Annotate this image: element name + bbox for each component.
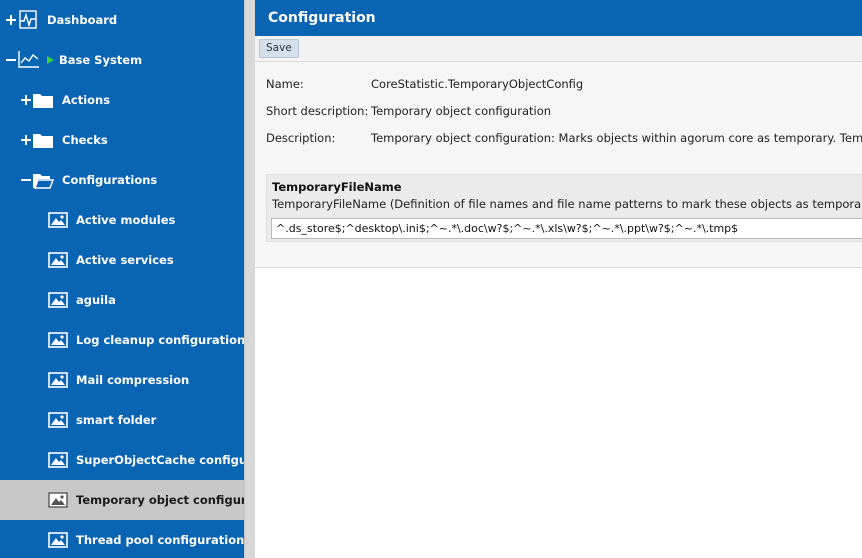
image-config-icon <box>48 532 68 548</box>
name-label: Name: <box>266 77 304 91</box>
page-title: Configuration <box>255 0 862 36</box>
expand-plus-icon[interactable] <box>20 94 32 106</box>
sidebar-item-label: Mail compression <box>76 373 190 387</box>
collapse-minus-icon[interactable] <box>5 54 17 66</box>
sidebar-item-mail-compression[interactable]: Mail compression <box>0 360 244 400</box>
sidebar-item-superobjectcache-configuration[interactable]: SuperObjectCache configura <box>0 440 244 480</box>
sidebar-item-label: SuperObjectCache configura <box>76 453 244 467</box>
image-config-icon <box>48 292 68 308</box>
image-config-icon <box>48 412 68 428</box>
open-folder-icon <box>33 174 54 189</box>
sidebar-item-active-modules[interactable]: Active modules <box>0 200 244 240</box>
toolbar: Save <box>255 36 862 62</box>
sidebar-item-checks[interactable]: Checks <box>0 120 244 160</box>
configuration-panel: Configuration Save Name: CoreStatistic.T… <box>255 0 862 558</box>
folder-icon <box>33 134 53 148</box>
name-value: CoreStatistic.TemporaryObjectConfig <box>371 77 584 91</box>
sidebar-item-base-system[interactable]: Base System <box>0 40 244 80</box>
sidebar-item-log-cleanup-configuration[interactable]: Log cleanup configuration <box>0 320 244 360</box>
sidebar-item-label: Actions <box>62 93 111 107</box>
parameter-title: TemporaryFileName <box>272 180 402 194</box>
parameter-group: TemporaryFileName TemporaryFileName (Def… <box>266 174 862 242</box>
sidebar-item-label: Temporary object configurat <box>76 493 244 507</box>
sidebar-scrollbar[interactable] <box>244 0 255 558</box>
temporary-file-name-input[interactable] <box>271 218 862 239</box>
image-config-icon <box>48 212 68 228</box>
sidebar-item-label: Thread pool configuration <box>76 533 244 547</box>
collapse-minus-icon[interactable] <box>20 174 32 186</box>
configuration-form: Name: CoreStatistic.TemporaryObjectConfi… <box>255 62 862 268</box>
sidebar-item-actions[interactable]: Actions <box>0 80 244 120</box>
image-config-icon <box>48 492 68 508</box>
image-config-icon <box>48 452 68 468</box>
sidebar-item-label: Base System <box>59 53 143 67</box>
save-button[interactable]: Save <box>259 39 299 58</box>
expand-plus-icon[interactable] <box>20 134 32 146</box>
sidebar-item-configurations[interactable]: Configurations <box>0 160 244 200</box>
sidebar-item-label: aguila <box>76 293 116 307</box>
description-label: Description: <box>266 131 336 145</box>
sidebar-item-temporary-object-configuration[interactable]: Temporary object configurat <box>0 480 244 520</box>
parameter-description: TemporaryFileName (Definition of file na… <box>272 197 862 211</box>
dashboard-monitor-icon <box>19 10 37 29</box>
line-chart-icon <box>18 51 39 68</box>
image-config-icon <box>48 332 68 348</box>
short-description-value: Temporary object configuration <box>371 104 552 118</box>
description-value: Temporary object configuration: Marks ob… <box>371 131 862 145</box>
image-config-icon <box>48 372 68 388</box>
sidebar-item-label: Checks <box>62 133 108 147</box>
sidebar-item-thread-pool-configuration[interactable]: Thread pool configuration <box>0 520 244 558</box>
navigation-sidebar: Dashboard Base System Actions Checks Con… <box>0 0 244 558</box>
sidebar-item-label: Active services <box>76 253 174 267</box>
sidebar-item-dashboard[interactable]: Dashboard <box>0 0 244 40</box>
sidebar-item-label: Active modules <box>76 213 176 227</box>
image-config-icon <box>48 252 68 268</box>
sidebar-item-aguila[interactable]: aguila <box>0 280 244 320</box>
sidebar-item-smart-folder[interactable]: smart folder <box>0 400 244 440</box>
play-icon <box>47 56 54 64</box>
sidebar-item-label: Log cleanup configuration <box>76 333 244 347</box>
sidebar-item-label: Configurations <box>62 173 158 187</box>
sidebar-item-active-services[interactable]: Active services <box>0 240 244 280</box>
expand-plus-icon[interactable] <box>5 14 17 26</box>
sidebar-item-label: smart folder <box>76 413 157 427</box>
sidebar-item-label: Dashboard <box>47 13 118 27</box>
folder-icon <box>33 94 53 108</box>
short-description-label: Short description: <box>266 104 369 118</box>
